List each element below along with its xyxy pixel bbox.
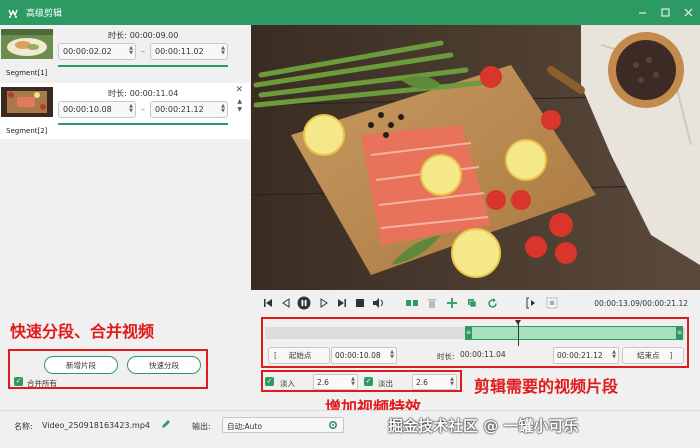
- close-button[interactable]: [677, 0, 700, 25]
- annotation-quick-split-merge: 快速分段、合并视频: [10, 322, 155, 341]
- duration-value: 00:00:11.04: [460, 350, 506, 359]
- prev-frame-icon[interactable]: [279, 296, 293, 310]
- duration-field: 00:00:11.04: [457, 347, 551, 364]
- spinner-icon[interactable]: ▲ ▼: [221, 46, 225, 56]
- bracket-right-icon: ]: [669, 351, 673, 360]
- segment-start-value: 00:00:02.02: [63, 47, 112, 56]
- segment-end-field[interactable]: 00:00:21.12 ▲ ▼: [150, 101, 228, 118]
- segment-item-2[interactable]: 时长: 00:00:11.04 00:00:10.08 ▲ ▼ – 00:00:21.…: [0, 83, 250, 139]
- fade-in-label: 淡入: [280, 379, 295, 388]
- player-controls: 00:00:13.09/00:00:21.12: [251, 290, 700, 316]
- video-frame-image: [251, 25, 700, 290]
- segment-name: Segment[2]: [6, 127, 48, 135]
- end-time-field[interactable]: 00:00:21.12 ▲ ▼: [553, 347, 619, 364]
- fade-out-checkbox[interactable]: ✓: [364, 377, 373, 386]
- spinner-icon[interactable]: ▲ ▼: [129, 104, 133, 114]
- segment-duration: 00:00:11.04: [129, 89, 179, 98]
- window-title: 高级剪辑: [26, 9, 63, 19]
- segment-progress-bar: [58, 65, 228, 67]
- segment-end-field[interactable]: 00:00:11.02 ▲ ▼: [150, 43, 228, 60]
- trim-edit-row: [ 起始点 00:00:10.08 ▲ ▼ 时长: 00:00:11.04 00:0…: [265, 347, 685, 365]
- range-separator: –: [141, 105, 145, 114]
- title-bar: 高级剪辑: [0, 0, 700, 25]
- reset-icon[interactable]: [485, 296, 499, 310]
- start-time-field[interactable]: 00:00:10.08 ▲ ▼: [331, 347, 397, 364]
- fade-in-field[interactable]: 2.6 ▲ ▼: [313, 374, 358, 390]
- quick-split-button[interactable]: 快速分段: [127, 356, 201, 374]
- range-separator: –: [141, 47, 145, 56]
- split-clip-icon[interactable]: [405, 296, 419, 310]
- set-end-point-button[interactable]: 结束点 ]: [622, 347, 684, 364]
- spinner-icon[interactable]: ▲ ▼: [450, 377, 454, 387]
- next-frame-icon[interactable]: [317, 296, 331, 310]
- bracket-left-icon: [: [274, 351, 277, 360]
- settings-gear-icon[interactable]: [328, 420, 338, 432]
- spinner-icon[interactable]: ▲ ▼: [390, 350, 394, 360]
- segment-thumbnail: [1, 29, 53, 59]
- segment-start-field[interactable]: 00:00:10.08 ▲ ▼: [58, 101, 136, 118]
- playhead-marker-icon[interactable]: [515, 320, 521, 325]
- spinner-icon[interactable]: ▲ ▼: [129, 46, 133, 56]
- bottom-bar: 名称: Video_250918163423.mp4 输出: 自动;Auto 掘…: [0, 410, 700, 448]
- delete-icon[interactable]: [425, 296, 439, 310]
- playback-timecode: 00:00:13.09/00:00:21.12: [594, 299, 688, 308]
- annotation-trim-needed: 剪辑需要的视频片段: [474, 377, 619, 396]
- duration-label: 时长:: [108, 89, 127, 98]
- add-icon[interactable]: [445, 296, 459, 310]
- maximize-button[interactable]: [654, 0, 677, 25]
- segment-thumbnail: [1, 87, 53, 117]
- mark-out-icon[interactable]: [545, 296, 559, 310]
- spinner-icon[interactable]: ▲ ▼: [612, 350, 616, 360]
- selection-start-handle[interactable]: ≡: [465, 326, 472, 340]
- timeline-selection[interactable]: [465, 326, 682, 340]
- segment-end-value: 00:00:11.02: [155, 47, 204, 56]
- set-start-point-button[interactable]: [ 起始点: [268, 347, 330, 364]
- reorder-arrows-icon[interactable]: ▲ ▼: [237, 98, 242, 114]
- app-logo-icon: [6, 6, 20, 20]
- segment-progress-bar: [58, 123, 228, 125]
- fade-out-label: 淡出: [378, 379, 393, 388]
- watermark-text: 掘金技术社区 @ 一罐小可乐: [388, 417, 579, 435]
- end-time-value: 00:00:21.12: [557, 351, 603, 360]
- selection-end-handle[interactable]: ≡: [676, 326, 683, 340]
- start-time-value: 00:00:10.08: [335, 351, 381, 360]
- stop-icon[interactable]: [353, 296, 367, 310]
- spinner-icon[interactable]: ▲ ▼: [221, 104, 225, 114]
- skip-end-icon[interactable]: [335, 296, 349, 310]
- segment-start-field[interactable]: 00:00:02.02 ▲ ▼: [58, 43, 136, 60]
- fade-out-value: 2.6: [416, 378, 428, 387]
- spinner-icon[interactable]: ▲ ▼: [351, 377, 355, 387]
- add-segment-button[interactable]: 新增片段: [44, 356, 118, 374]
- mark-in-icon[interactable]: [525, 296, 539, 310]
- volume-icon[interactable]: [371, 296, 385, 310]
- fade-out-field[interactable]: 2.6 ▲ ▼: [412, 374, 457, 390]
- fade-in-value: 2.6: [317, 378, 329, 387]
- segment-end-value: 00:00:21.12: [155, 105, 204, 114]
- duration-label: 时长:: [108, 31, 127, 40]
- video-preview[interactable]: [251, 25, 700, 290]
- skip-start-icon[interactable]: [261, 296, 275, 310]
- remove-segment-icon[interactable]: ✕: [235, 85, 243, 95]
- name-label: 名称:: [14, 422, 33, 431]
- minimize-button[interactable]: [631, 0, 654, 25]
- timeline[interactable]: ≡ ≡: [265, 320, 685, 346]
- start-point-label: 起始点: [288, 351, 312, 360]
- output-format-value: 自动;Auto: [227, 422, 262, 431]
- segment-item-1[interactable]: 时长: 00:00:09.00 00:00:02.02 ▲ ▼ – 00:00:11.…: [0, 25, 250, 81]
- output-label: 输出:: [192, 422, 211, 431]
- filename: Video_250918163423.mp4: [42, 421, 150, 430]
- pause-icon[interactable]: [297, 296, 311, 310]
- output-format-select[interactable]: 自动;Auto: [222, 417, 344, 433]
- segment-name: Segment[1]: [6, 69, 48, 77]
- end-point-label: 结束点: [637, 351, 660, 360]
- segment-duration: 00:00:09.00: [129, 31, 179, 40]
- edit-pencil-icon[interactable]: [161, 419, 171, 431]
- segment-start-value: 00:00:10.08: [63, 105, 112, 114]
- copy-icon[interactable]: [465, 296, 479, 310]
- duration-label: 时长:: [437, 352, 455, 361]
- merge-all-label: 合并所有: [27, 379, 57, 388]
- merge-all-checkbox[interactable]: ✓: [14, 377, 23, 386]
- fade-in-checkbox[interactable]: ✓: [265, 377, 274, 386]
